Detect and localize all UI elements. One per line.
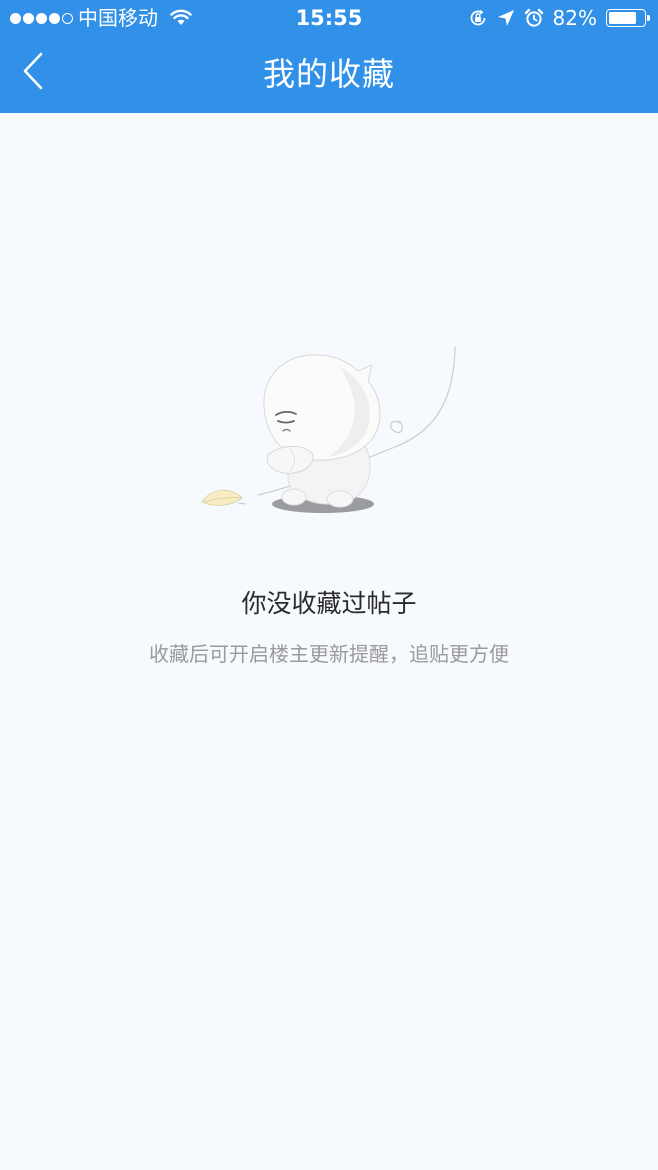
status-right-group: 82% (468, 5, 650, 31)
empty-state: 你没收藏过帖子 收藏后可开启楼主更新提醒，追贴更方便 (0, 113, 658, 1170)
battery-icon (606, 9, 650, 27)
top-bar: 中国移动 15:55 82% 我的收藏 (0, 0, 658, 113)
status-bar: 中国移动 15:55 82% (0, 0, 658, 38)
battery-percent: 82% (552, 6, 597, 30)
empty-state-subtitle: 收藏后可开启楼主更新提醒，追贴更方便 (149, 642, 509, 666)
page-title: 我的收藏 (262, 55, 395, 93)
battery-level-fill (609, 12, 636, 24)
rotation-lock-icon (468, 8, 488, 28)
alarm-clock-icon (524, 8, 544, 28)
navigation-bar: 我的收藏 (0, 38, 658, 113)
empty-state-title: 你没收藏过帖子 (241, 589, 417, 618)
location-arrow-icon (497, 9, 515, 27)
sad-mascot-illustration (190, 337, 470, 527)
